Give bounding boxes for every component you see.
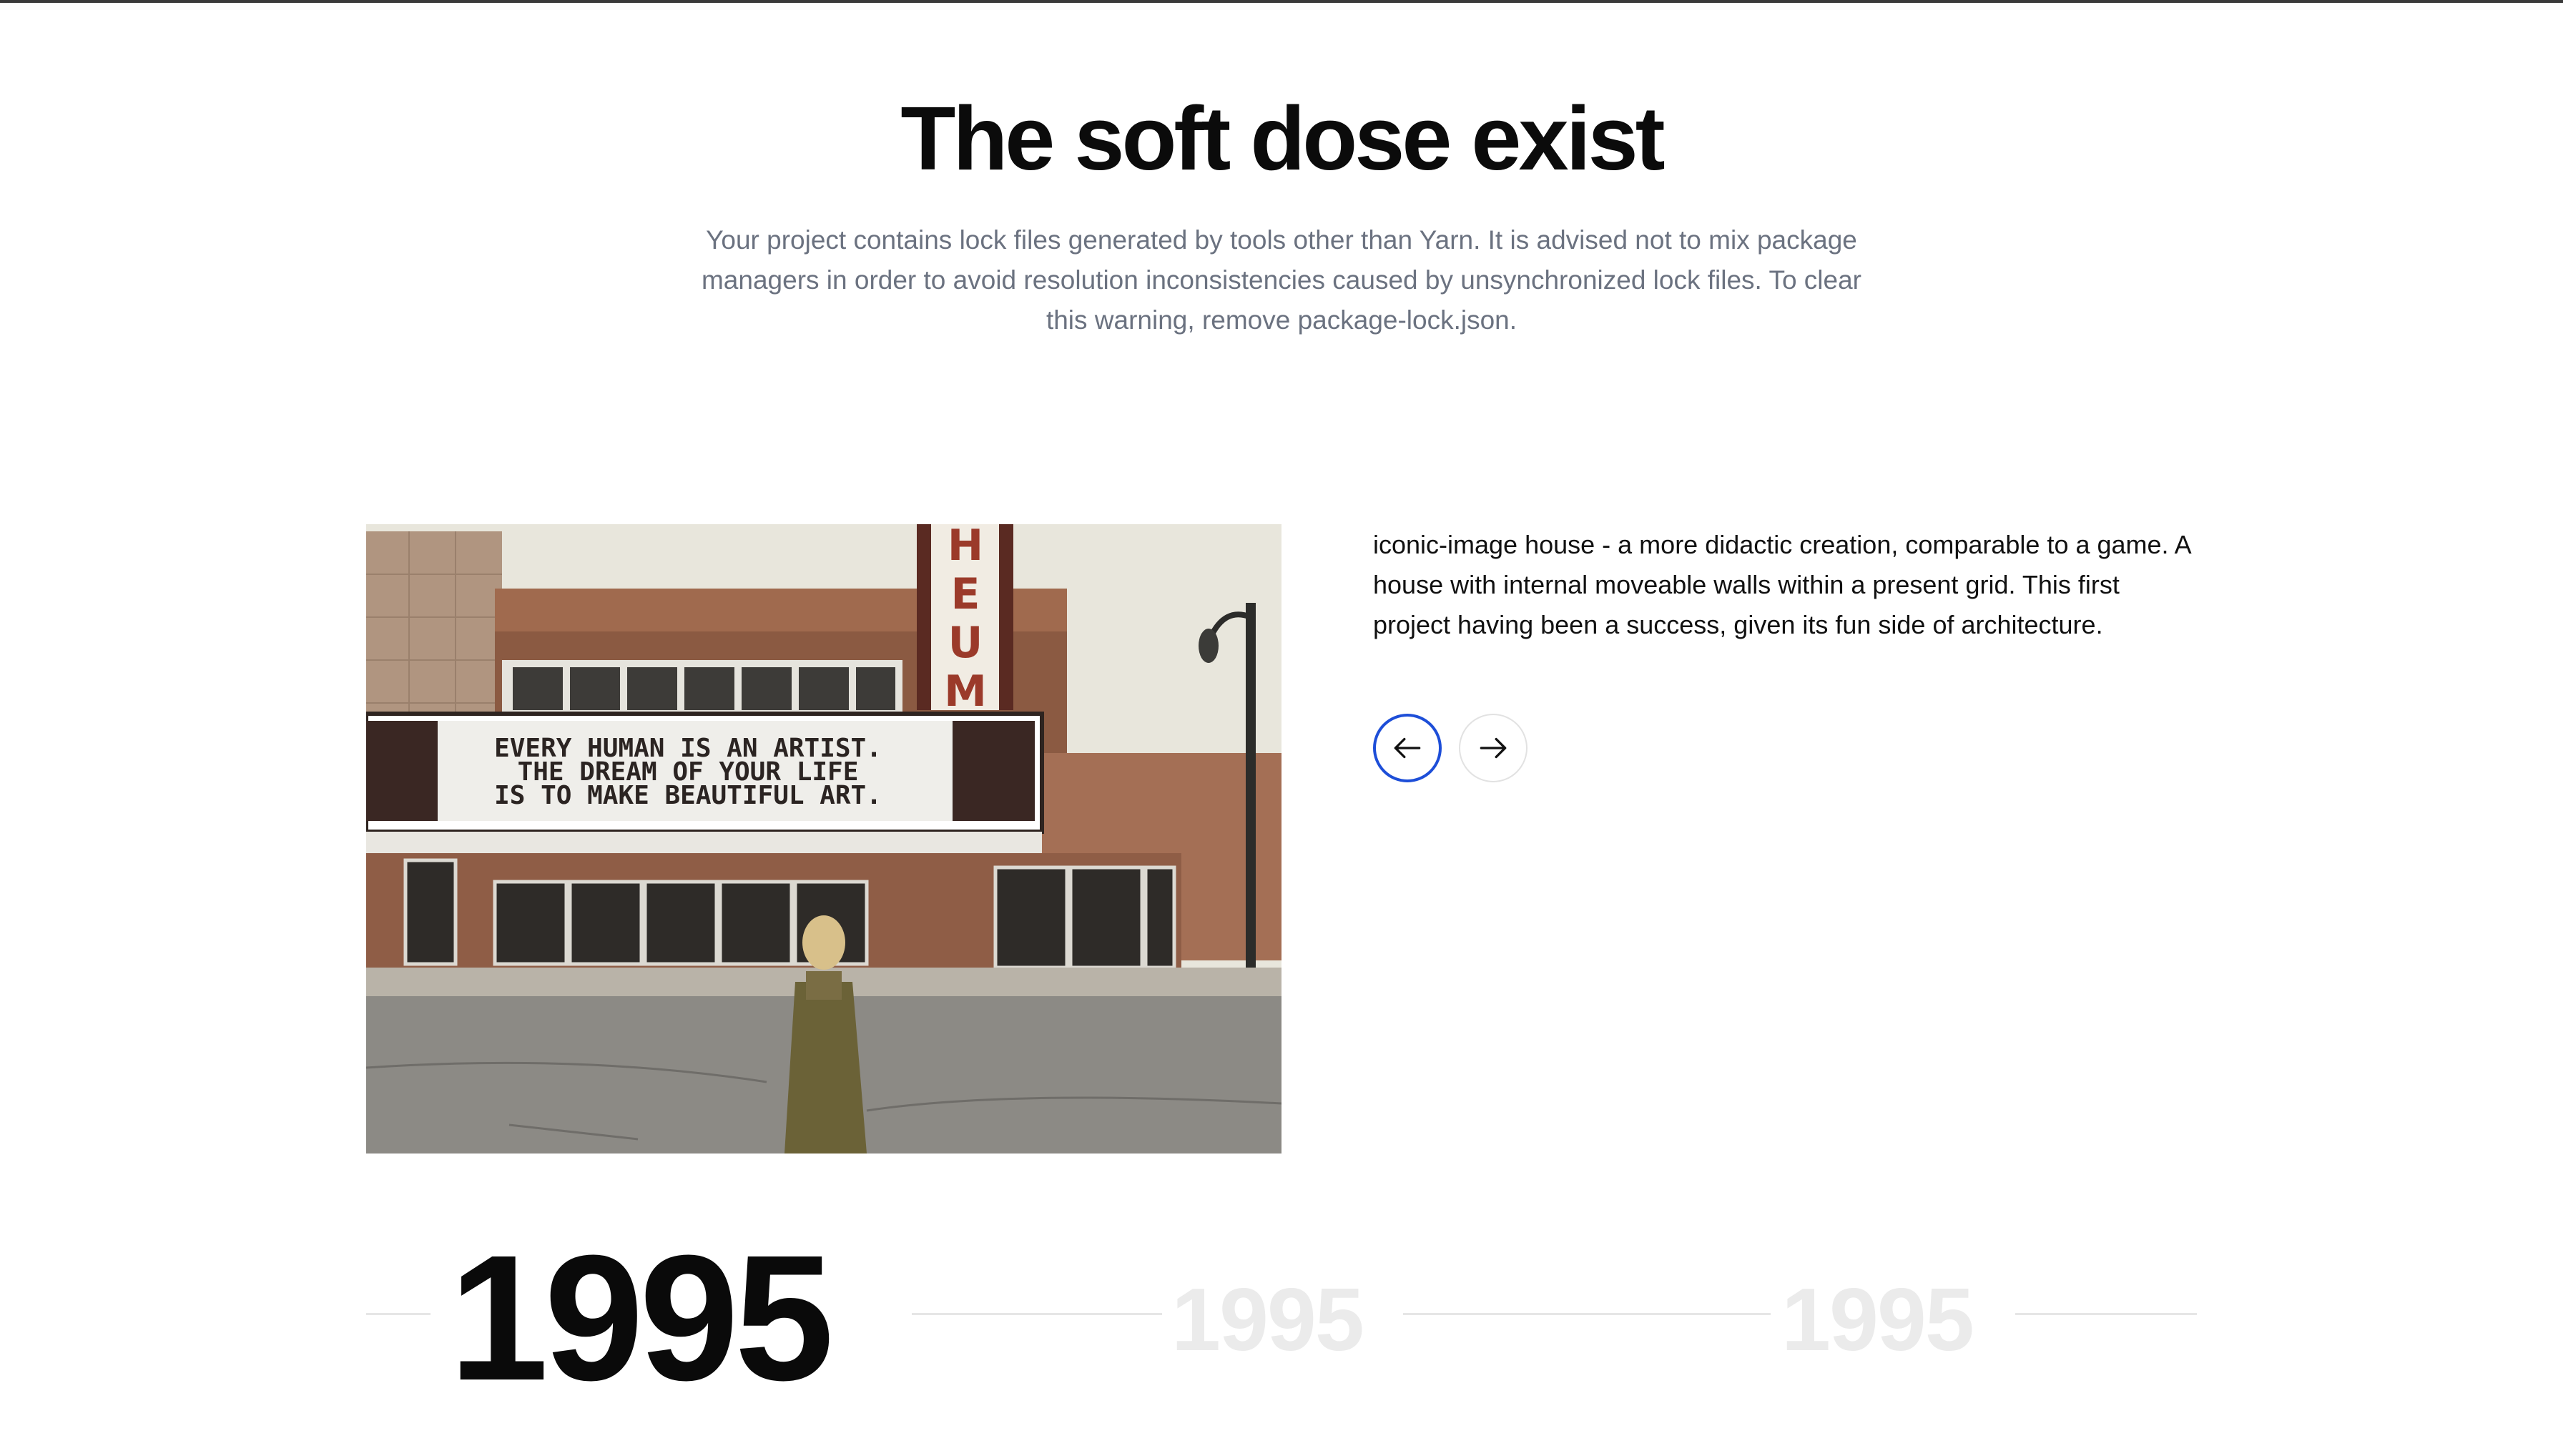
arrow-right-icon: [1480, 737, 1507, 759]
next-slide-button[interactable]: [1459, 714, 1528, 782]
timeline-line: [2015, 1313, 2197, 1315]
arrow-left-icon: [1394, 737, 1421, 759]
sign-letter: H: [948, 524, 983, 571]
previous-slide-button[interactable]: [1373, 714, 1442, 782]
timeline-line: [1403, 1313, 1771, 1315]
timeline-line: [366, 1313, 431, 1315]
timeline-year[interactable]: 1995: [1171, 1276, 1364, 1364]
page-subtitle: Your project contains lock files generat…: [701, 225, 1862, 335]
sign-letter: M: [944, 666, 987, 717]
slide-photo: EVERY HUMAN IS AN ARTIST. THE DREAM OF Y…: [366, 524, 1282, 1154]
timeline-year[interactable]: 1995: [1781, 1276, 1974, 1364]
top-border: [0, 0, 2563, 3]
timeline-line: [912, 1313, 1162, 1315]
page-title: The soft dose exist: [900, 88, 1665, 189]
slide-description: iconic-image house - a more didactic cre…: [1373, 530, 2190, 639]
sign-letter: E: [951, 569, 980, 619]
sign-letter: U: [948, 618, 983, 668]
timeline-year-active[interactable]: 1995: [449, 1229, 834, 1407]
marquee-line: IS TO MAKE BEAUTIFUL ART.: [494, 781, 882, 810]
